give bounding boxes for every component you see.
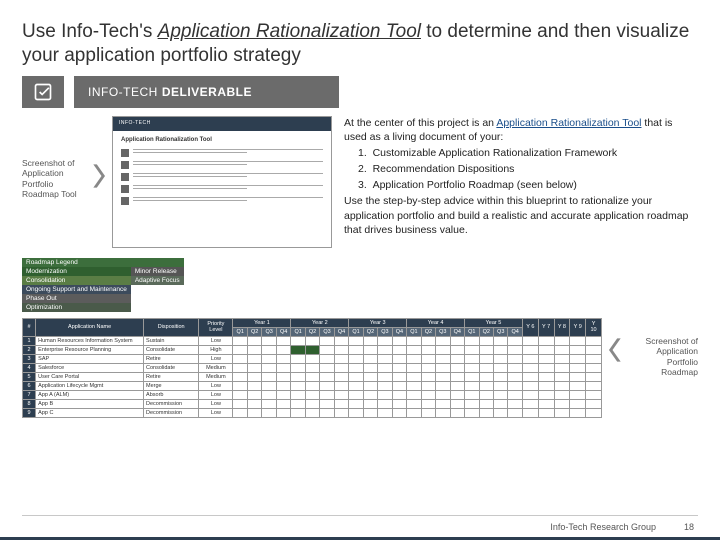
table-row: 1Human Resources Information SystemSusta… <box>23 336 602 345</box>
table-row: 8App BDecommissionLow <box>23 399 602 408</box>
table-row: 7App A (ALM)AbsorbLow <box>23 390 602 399</box>
table-row: 6Application Lifecycle MgmtMergeLow <box>23 381 602 390</box>
thumbnail-caption-left: Screenshot of Application Portfolio Road… <box>22 116 84 248</box>
deliverable-bar: INFO-TECHDELIVERABLE <box>22 76 698 108</box>
footer: Info-Tech Research Group 18 <box>550 522 694 532</box>
roadmap-timeline-table: # Application Name Disposition Priority … <box>22 318 602 418</box>
chevron-right-icon <box>90 162 106 248</box>
roadmap-caption-right: Screenshot of Application Portfolio Road… <box>630 318 698 379</box>
deliverable-label: INFO-TECHDELIVERABLE <box>74 76 339 108</box>
tool-link[interactable]: Application Rationalization Tool <box>496 117 641 129</box>
page-title: Use Info-Tech's Application Rationalizat… <box>22 20 698 68</box>
roadmap-legend: Roadmap Legend ModernizationMinor Releas… <box>22 258 184 312</box>
checkbox-icon <box>22 76 64 108</box>
description-text: At the center of this project is an Appl… <box>338 116 698 248</box>
footer-divider <box>22 515 698 516</box>
roadmap-block: Roadmap Legend ModernizationMinor Releas… <box>22 258 698 418</box>
table-row: 9App CDecommissionLow <box>23 408 602 417</box>
table-row: 4SalesforceConsolidateMedium <box>23 363 602 372</box>
chevron-left-icon <box>608 318 624 369</box>
footer-org: Info-Tech Research Group <box>550 522 656 532</box>
page-number: 18 <box>684 522 694 532</box>
table-row: 3SAPRetireLow <box>23 354 602 363</box>
tool-thumbnail: INFO-TECH Application Rationalization To… <box>112 116 332 248</box>
table-row: 2Enterprise Resource PlanningConsolidate… <box>23 345 602 354</box>
table-row: 5User Care PortalRetireMedium <box>23 372 602 381</box>
